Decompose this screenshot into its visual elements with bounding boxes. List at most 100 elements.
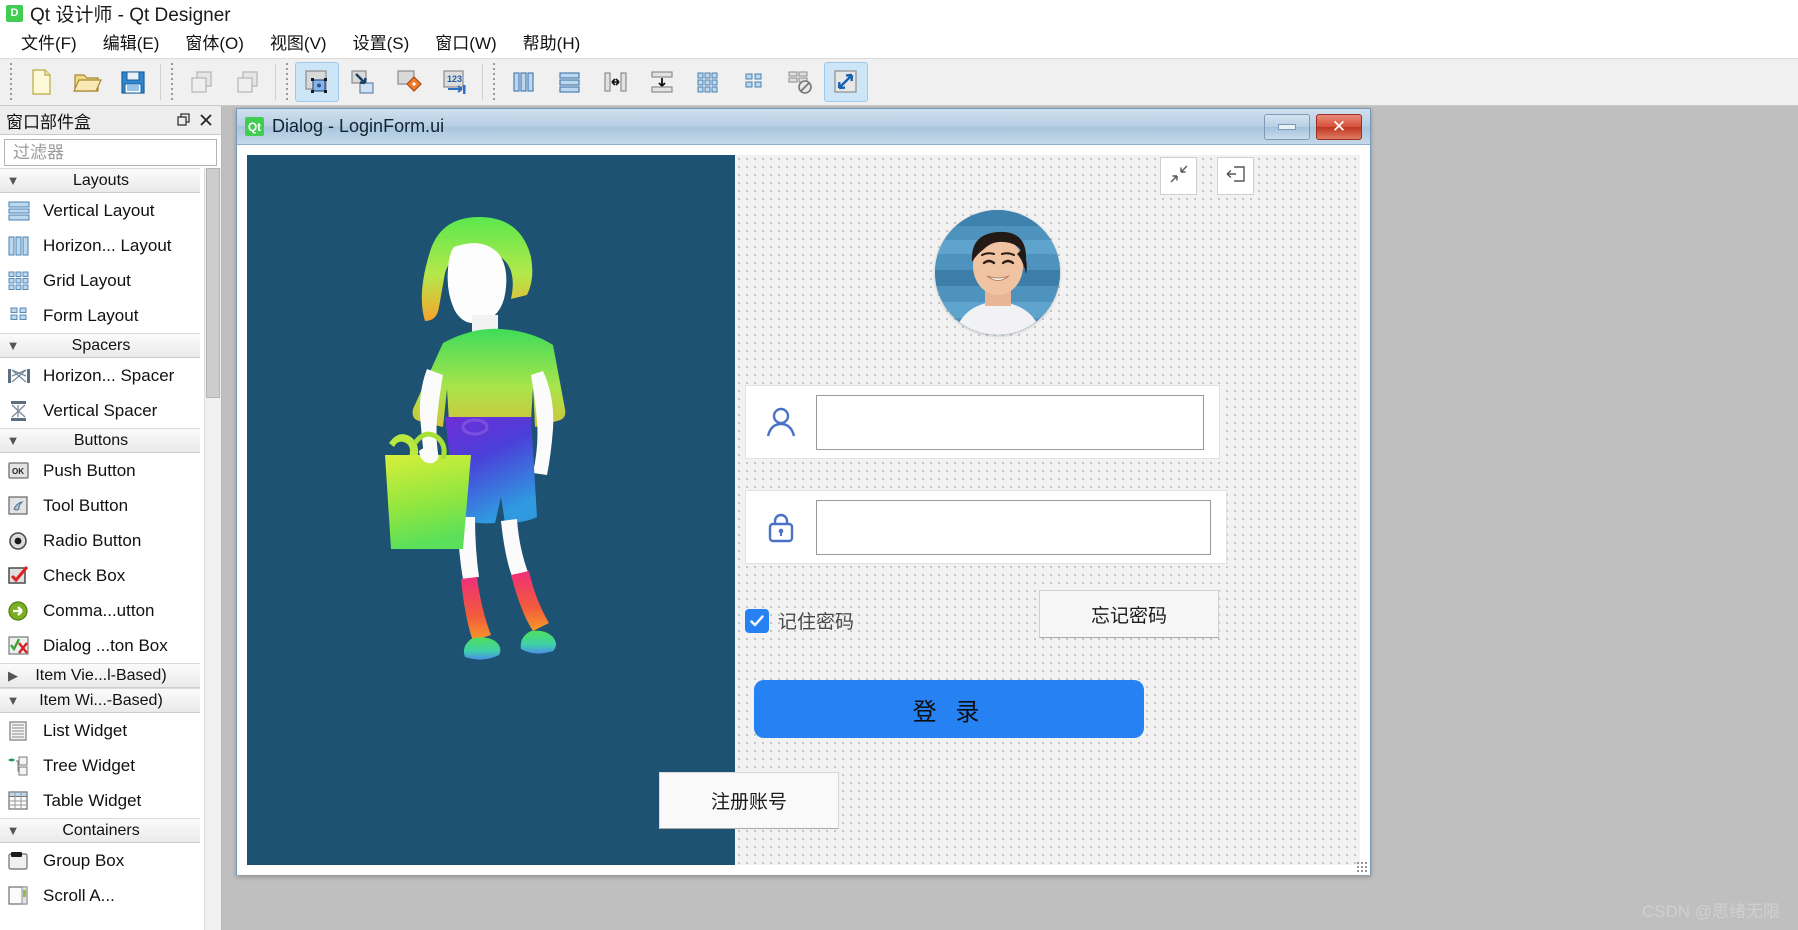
adjust-size-button[interactable]	[824, 62, 868, 102]
menu-window[interactable]: 窗口(W)	[422, 25, 509, 58]
scrollbar-thumb[interactable]	[206, 168, 220, 398]
forgot-password-label: 忘记密码	[1090, 605, 1167, 627]
category-buttons[interactable]: ▼ Buttons	[0, 428, 200, 453]
toolbar-drag-handle-4[interactable]	[490, 63, 498, 101]
layout-horizontally-button[interactable]	[502, 62, 546, 102]
widget-item-label: Horizon... Layout	[43, 235, 172, 255]
widget-item-vertical-layout[interactable]: Vertical Layout	[0, 193, 200, 228]
widget-item-horizontal-spacer[interactable]: Horizon... Spacer	[0, 358, 200, 393]
menu-file[interactable]: 文件(F)	[8, 25, 90, 58]
redo-icon	[233, 67, 263, 97]
designer-canvas[interactable]: Qt Dialog - LoginForm.ui ✕ 记住密码 忘记密码 登 录…	[222, 106, 1798, 930]
widget-item-list-widget[interactable]: List Widget	[0, 713, 200, 748]
chevron-right-icon[interactable]: ▶	[0, 668, 26, 684]
widget-item-label: Radio Button	[43, 530, 142, 550]
layout-grid-button[interactable]	[686, 62, 730, 102]
toolbar-drag-handle-1[interactable]	[7, 63, 15, 101]
widget-item-dialog-button-box[interactable]: Dialog ...ton Box	[0, 628, 200, 663]
tool-button-icon	[5, 493, 33, 519]
user-icon	[746, 386, 816, 458]
form-close-button[interactable]: ✕	[1316, 113, 1362, 140]
remember-password-checkbox[interactable]: 记住密码	[745, 607, 854, 634]
form-titlebar[interactable]: Qt Dialog - LoginForm.ui ✕	[237, 109, 1370, 145]
open-file-button[interactable]	[65, 62, 109, 102]
widget-item-command-link-button[interactable]: Comma...utton	[0, 593, 200, 628]
category-item-widgets[interactable]: ▼ Item Wi...-Based)	[0, 688, 200, 713]
break-layout-button[interactable]	[778, 62, 822, 102]
username-field-row	[745, 385, 1220, 459]
checkbox-checked-icon	[745, 608, 769, 633]
svg-text:OK: OK	[12, 467, 24, 476]
login-button[interactable]: 登 录	[754, 680, 1144, 738]
register-button[interactable]: 注册账号	[659, 772, 839, 829]
save-button[interactable]	[111, 62, 155, 102]
layout-splitter-vertical-button[interactable]	[640, 62, 684, 102]
widget-item-group-box[interactable]: Group Box	[0, 843, 200, 878]
float-icon[interactable]	[173, 109, 195, 131]
layout-vertically-button[interactable]	[548, 62, 592, 102]
vertical-spacer-icon	[5, 398, 33, 424]
redo-button[interactable]	[226, 62, 270, 102]
exit-form-button[interactable]	[1217, 157, 1254, 195]
layout-form-button[interactable]	[732, 62, 776, 102]
widget-item-label: Vertical Layout	[43, 200, 155, 220]
toolbar-drag-handle-2[interactable]	[168, 63, 176, 101]
widget-item-scroll-area[interactable]: Scroll A...	[0, 878, 200, 913]
vertical-layout-icon	[5, 198, 33, 224]
form-title: Dialog - LoginForm.ui	[272, 116, 445, 136]
edit-widgets-button[interactable]	[295, 62, 339, 102]
chevron-down-icon[interactable]: ▼	[0, 433, 26, 448]
widget-item-label: Group Box	[43, 850, 125, 870]
filter-input[interactable]	[11, 141, 210, 164]
layout-splitter-horizontal-button[interactable]	[594, 62, 638, 102]
layout-form-icon	[739, 67, 769, 97]
password-input[interactable]	[816, 499, 1211, 555]
menu-settings[interactable]: 设置(S)	[340, 25, 423, 58]
minimize-form-button[interactable]	[1160, 157, 1197, 195]
edit-buddies-button[interactable]	[387, 62, 431, 102]
edit-signals-slots-button[interactable]	[341, 62, 385, 102]
remember-password-label: 记住密码	[778, 612, 855, 633]
menu-view[interactable]: 视图(V)	[257, 25, 340, 58]
edit-buddies-icon	[394, 67, 424, 97]
widget-tree-scrollbar[interactable]	[204, 168, 221, 930]
widget-item-horizontal-layout[interactable]: Horizon... Layout	[0, 228, 200, 263]
horizontal-spacer-icon	[5, 363, 33, 389]
category-layouts[interactable]: ▼ Layouts	[0, 168, 200, 193]
chevron-down-icon[interactable]: ▼	[0, 173, 26, 188]
undo-button[interactable]	[180, 62, 224, 102]
widget-item-push-button[interactable]: OK Push Button	[0, 453, 200, 488]
table-widget-icon	[5, 788, 33, 814]
group-box-icon	[5, 848, 33, 874]
widget-item-radio-button[interactable]: Radio Button	[0, 523, 200, 558]
chevron-down-icon[interactable]: ▼	[0, 338, 26, 353]
widget-item-check-box[interactable]: Check Box	[0, 558, 200, 593]
menubar: 文件(F) 编辑(E) 窗体(O) 视图(V) 设置(S) 窗口(W) 帮助(H…	[0, 26, 1798, 58]
filter-box[interactable]	[4, 139, 217, 166]
widget-item-tree-widget[interactable]: Tree Widget	[0, 748, 200, 783]
close-icon[interactable]	[195, 109, 217, 131]
widget-item-grid-layout[interactable]: Grid Layout	[0, 263, 200, 298]
category-item-views[interactable]: ▶ Item Vie...l-Based)	[0, 663, 200, 688]
chevron-down-icon[interactable]: ▼	[0, 823, 26, 838]
edit-tab-order-button[interactable]: 123	[433, 62, 477, 102]
new-file-icon	[26, 67, 56, 97]
widget-item-tool-button[interactable]: Tool Button	[0, 488, 200, 523]
forgot-password-button[interactable]: 忘记密码	[1039, 590, 1219, 638]
menu-edit[interactable]: 编辑(E)	[90, 25, 173, 58]
login-button-label: 登 录	[912, 698, 986, 726]
new-file-button[interactable]	[19, 62, 63, 102]
chevron-down-icon[interactable]: ▼	[0, 693, 26, 708]
menu-form[interactable]: 窗体(O)	[172, 25, 257, 58]
toolbar-drag-handle-3[interactable]	[283, 63, 291, 101]
category-spacers[interactable]: ▼ Spacers	[0, 333, 200, 358]
username-input[interactable]	[816, 394, 1204, 450]
category-containers[interactable]: ▼ Containers	[0, 818, 200, 843]
menu-help[interactable]: 帮助(H)	[510, 25, 594, 58]
widget-item-form-layout[interactable]: Form Layout	[0, 298, 200, 333]
form-resize-grip[interactable]	[1356, 861, 1368, 873]
form-minimize-button[interactable]	[1264, 113, 1310, 140]
widget-tree[interactable]: ▼ Layouts Vertical Layout Horizon... Lay…	[0, 168, 221, 930]
widget-item-vertical-spacer[interactable]: Vertical Spacer	[0, 393, 200, 428]
widget-item-table-widget[interactable]: Table Widget	[0, 783, 200, 818]
